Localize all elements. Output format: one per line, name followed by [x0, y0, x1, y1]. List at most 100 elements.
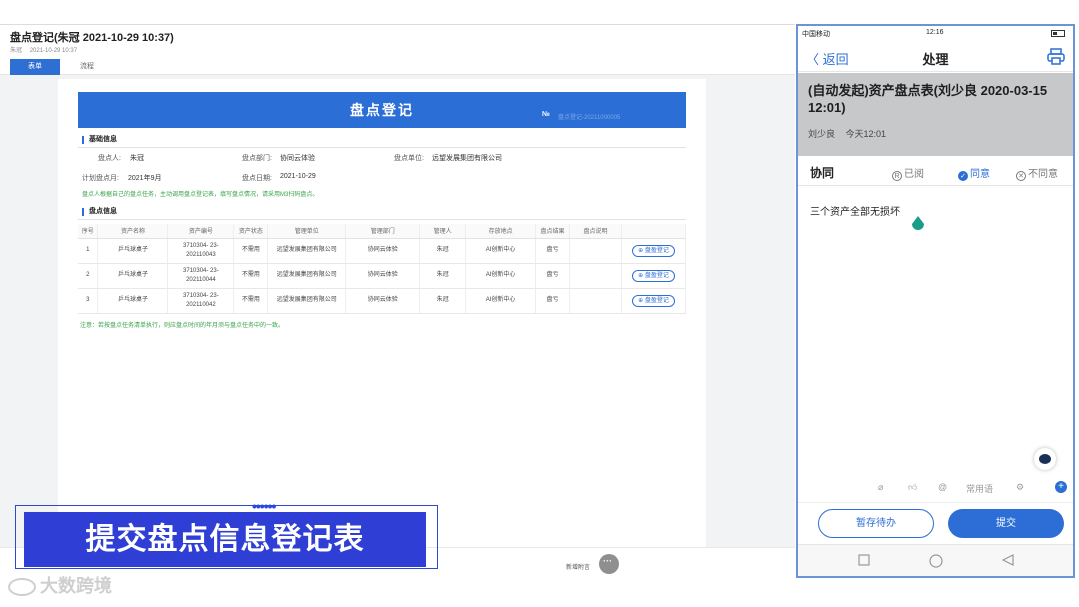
cell-action: ⊕ 盘盈登记 [621, 263, 687, 289]
option-agree-label: 同意 [970, 169, 990, 180]
unit-label: 盘点单位: [394, 155, 424, 162]
table-note: 注意：若按盘点任务清单执行，则应盘点时间的年月须与盘点任务中的一致。 [80, 323, 285, 329]
android-nav-bar [798, 544, 1073, 576]
dept-value[interactable]: 协同云体验 [280, 153, 315, 163]
cell-dept: 协同云体验 [345, 263, 421, 289]
section-divider [78, 147, 686, 148]
option-read-label: 已阅 [904, 169, 924, 180]
surplus-register-button[interactable]: ⊕ 盘盈登记 [632, 244, 675, 257]
opinion-label: 协同 [810, 166, 835, 180]
form-number-value: 盘点登记-20211000005 [558, 115, 621, 121]
add-icon[interactable]: + [1055, 481, 1067, 493]
caption-text: 提交盘点信息登记表 [85, 523, 365, 556]
common-phrase-button[interactable]: 常用语 [966, 482, 993, 495]
option-disagree-label: 不同意 [1028, 169, 1058, 180]
plan-month-value[interactable]: 2021年9月 [128, 173, 161, 183]
carrier-label: 中国移动 [802, 31, 830, 38]
opinion-input[interactable]: 三个资产全部无损坏 [810, 203, 900, 218]
col-header: 管理部门 [345, 224, 421, 239]
cell-result: 盘亏 [535, 238, 571, 264]
home-icon[interactable] [929, 554, 943, 568]
subtitle-user: 朱冠 [10, 48, 23, 54]
nav-title: 处理 [922, 52, 949, 67]
submit-button[interactable]: 提交 [948, 509, 1064, 538]
cell-location: AI创新中心 [465, 238, 537, 264]
watermark-logo-icon [8, 578, 36, 597]
surplus-register-button[interactable]: ⊕ 盘盈登记 [632, 269, 675, 282]
cell-unit: 远望发展集团有限公司 [267, 263, 347, 289]
process-meta: 刘少良 今天12:01 [808, 127, 894, 140]
mention-icon[interactable]: @ [938, 482, 947, 492]
nav-bar: 〈 返回 处理 [798, 42, 1073, 72]
cell-dept: 协同云体验 [345, 288, 421, 314]
cell-code: 3710304- 23-202110043 [167, 238, 235, 264]
cell-manager: 朱冠 [419, 288, 467, 314]
check-icon: ✓ [958, 171, 968, 181]
unit-value[interactable]: 远望发展集团有限公司 [432, 153, 502, 163]
thumbs-up-icon[interactable]: 👍︎ [908, 482, 917, 493]
col-header: 管理单位 [267, 224, 347, 239]
form-title: 盘点登记 [350, 102, 414, 118]
watermark: 大数跨境 [8, 572, 112, 598]
cell-status: 不需用 [233, 263, 269, 289]
caption-banner: 提交盘点信息登记表 [24, 512, 426, 567]
opinion-sheet: 协同 R 已阅 ✓ 同意 ✕ 不同意 三个资产全部无损坏 [798, 156, 1073, 502]
cell-status: 不需用 [233, 238, 269, 264]
subtitle-time: 2021-10-29 10:37 [29, 48, 78, 54]
cell-note[interactable] [569, 238, 622, 264]
table-row: 1 乒乓球桌子 3710304- 23-202110043 不需用 远望发展集团… [78, 238, 687, 264]
cell-code: 3710304- 23-202110044 [167, 263, 235, 289]
text-cursor-handle-icon[interactable] [911, 216, 925, 232]
save-pending-button[interactable]: 暂存待办 [818, 509, 934, 538]
col-header: 序号 [78, 224, 99, 239]
date-label: 盘点日期: [242, 175, 272, 182]
person-value[interactable]: 朱冠 [130, 153, 144, 163]
page-title: 盘点登记(朱冠 2021-10-29 10:37) [10, 32, 174, 44]
col-header: 盘点说明 [569, 224, 622, 239]
status-clock: 12:16 [926, 29, 944, 36]
dept-label: 盘点部门: [242, 155, 272, 162]
input-toolbar: ⌀ 👍︎ @ 常用语 ⚙ + [798, 476, 1073, 500]
col-header: 管理人 [419, 224, 467, 239]
cell-name: 乒乓球桌子 [97, 263, 169, 289]
section-inventory-info: 盘点信息 [82, 208, 117, 216]
assistant-robot-icon[interactable] [1034, 448, 1056, 470]
option-disagree[interactable]: ✕ 不同意 [1016, 165, 1058, 181]
tab-form[interactable]: 表单 [10, 59, 60, 75]
cell-note[interactable] [569, 288, 622, 314]
option-read[interactable]: R 已阅 [892, 165, 924, 181]
col-header: 资产编号 [167, 224, 235, 239]
cell-manager: 朱冠 [419, 238, 467, 264]
watermark-text: 大数跨境 [40, 576, 112, 596]
cell-note[interactable] [569, 263, 622, 289]
attachment-icon[interactable]: ⌀ [878, 482, 883, 493]
settings-icon[interactable]: ⚙ [1016, 482, 1024, 493]
col-header [621, 224, 687, 239]
back-nav-icon[interactable] [1002, 554, 1014, 566]
chat-bubble-icon[interactable] [599, 554, 619, 574]
form-hint: 盘点人根据自己的盘点任务，主动调用盘点登记表，填写盘点情况，请采用M3扫码盘点。 [82, 192, 319, 198]
cell-action: ⊕ 盘盈登记 [621, 288, 687, 314]
printer-icon[interactable] [1047, 48, 1065, 65]
phone-screen: 中国移动 12:16 〈 返回 处理 (自动发起)资产盘点表(刘少良 2020-… [796, 24, 1075, 578]
opinion-options-bar: 协同 R 已阅 ✓ 同意 ✕ 不同意 [798, 156, 1073, 186]
date-value[interactable]: 2021-10-29 [280, 173, 316, 180]
col-header: 资产状态 [233, 224, 269, 239]
option-agree[interactable]: ✓ 同意 [958, 165, 990, 181]
process-time: 今天12:01 [845, 129, 887, 139]
web-window: 盘点登记(朱冠 2021-10-29 10:37) 朱冠 2021-10-29 … [0, 24, 795, 581]
recent-apps-icon[interactable] [858, 554, 870, 566]
person-label: 盘点人: [98, 155, 121, 162]
inventory-table: 序号 资产名称 资产编号 资产状态 管理单位 管理部门 管理人 存放地点 盘点结… [78, 224, 687, 314]
cell-result: 盘亏 [535, 288, 571, 314]
attach-comment-label[interactable]: 新增附言 [566, 562, 590, 571]
cell-manager: 朱冠 [419, 263, 467, 289]
close-icon: ✕ [1016, 171, 1026, 181]
process-title: (自动发起)资产盘点表(刘少良 2020-03-15 12:01) [808, 83, 1048, 115]
tab-flow[interactable]: 流程 [72, 59, 102, 75]
table-row: 2 乒乓球桌子 3710304- 23-202110044 不需用 远望发展集团… [78, 263, 687, 289]
surplus-register-button[interactable]: ⊕ 盘盈登记 [632, 294, 675, 307]
cell-unit: 远望发展集团有限公司 [267, 238, 347, 264]
cell-code: 3710304- 23-202110042 [167, 288, 235, 314]
cell-name: 乒乓球桌子 [97, 288, 169, 314]
